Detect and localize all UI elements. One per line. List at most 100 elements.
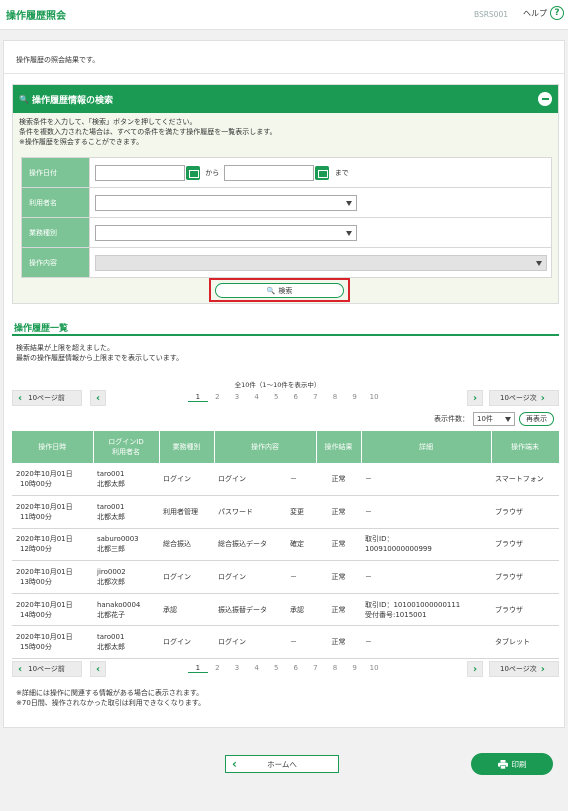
- page-number[interactable]: 10: [364, 393, 384, 402]
- search-button[interactable]: 🔍 検索: [215, 283, 344, 298]
- operation-label: 操作内容: [21, 247, 90, 278]
- total-count: 全10件（1～10件を表示中）: [234, 381, 321, 389]
- home-button-label: ホームへ: [267, 759, 297, 769]
- cell-detail: －: [361, 625, 491, 660]
- page-number[interactable]: 8: [325, 393, 345, 402]
- display-count-control: 表示件数： 10件 再表示: [434, 412, 554, 426]
- redisplay-button[interactable]: 再表示: [519, 412, 554, 426]
- next-10-pages-button[interactable]: 10ページ次 ›: [489, 390, 559, 406]
- page-number[interactable]: 4: [247, 664, 267, 673]
- cell-operation-sub: －: [286, 463, 316, 497]
- page-number[interactable]: 5: [266, 393, 286, 402]
- cell-datetime: 2020年10月01日 12時00分: [12, 528, 93, 562]
- search-button-label: 検索: [278, 286, 293, 295]
- page-number[interactable]: 10: [364, 664, 384, 673]
- cell-operation-sub: －: [286, 625, 316, 660]
- user-select[interactable]: [95, 194, 357, 211]
- notice-line: 最新の操作履歴情報から上限までを表示しています。: [16, 354, 184, 362]
- instruction-line: 条件を複数入力された場合は、すべての条件を満たす操作履歴を一覧表示します。: [19, 128, 277, 136]
- cell-detail: 取引ID： 100910000000999: [361, 528, 491, 562]
- page-number[interactable]: 2: [208, 393, 228, 402]
- date-from-input[interactable]: [95, 164, 185, 181]
- divider: [4, 73, 564, 74]
- chevron-down-icon: [536, 260, 542, 266]
- cell-operation: 総合振込データ: [214, 528, 286, 562]
- calendar-icon[interactable]: [315, 165, 330, 180]
- page-number[interactable]: 1: [188, 664, 208, 673]
- cell-operation: ログイン: [214, 625, 286, 660]
- search-icon: 🔍: [266, 286, 276, 295]
- table-row: 2020年10月01日 15時00分 taro001 北都太郎 ログイン ログイン－正常－…: [12, 625, 559, 660]
- prev-10-pages-button[interactable]: ‹ 10ページ前: [12, 661, 82, 677]
- print-button[interactable]: 印刷: [471, 753, 553, 775]
- divider: [12, 334, 559, 336]
- next-page-button[interactable]: ›: [467, 661, 483, 677]
- table-header: 操作日時 ログインID 利用者名 業務種別 操作内容 操作結果 詳細 操作端末: [12, 431, 560, 463]
- cell-operation-sub: 承認: [286, 593, 316, 627]
- next-page-button[interactable]: ›: [467, 390, 483, 406]
- page-number[interactable]: 7: [306, 664, 326, 673]
- chevron-down-icon: [346, 230, 352, 236]
- cell-datetime: 2020年10月01日 15時00分: [12, 625, 93, 660]
- page-number[interactable]: 4: [247, 393, 267, 402]
- page-numbers: 1 2 3 4 5 6 7 8 9 10: [188, 393, 384, 402]
- next-10-pages-button[interactable]: 10ページ次 ›: [489, 661, 559, 677]
- page-number[interactable]: 8: [325, 664, 345, 673]
- printer-icon: [497, 759, 508, 769]
- collapse-icon[interactable]: [538, 92, 552, 106]
- search-panel: 🔍 操作履歴情報の検索 検索条件を入力して、「検索」ボタンを押してください。 条…: [12, 84, 559, 304]
- page-numbers: 1 2 3 4 5 6 7 8 9 10: [188, 664, 384, 673]
- table-row: 2020年10月01日 14時00分 hanako0004 北都花子 承認 振込振替データ…: [12, 593, 559, 627]
- instruction-line: 検索条件を入力して、「検索」ボタンを押してください。: [19, 118, 197, 126]
- column-header: 操作内容: [214, 431, 317, 463]
- chevron-right-icon: ›: [472, 392, 478, 404]
- page-number[interactable]: 9: [345, 393, 365, 402]
- business-select[interactable]: [95, 224, 357, 241]
- cell-user: jiro0002 北都次郎: [93, 560, 159, 594]
- search-icon: 🔍: [19, 94, 29, 104]
- page-number[interactable]: 9: [345, 664, 365, 673]
- page-number[interactable]: 2: [208, 664, 228, 673]
- column-header: 操作端末: [491, 431, 560, 463]
- prev-page-button[interactable]: ‹: [90, 661, 106, 677]
- notice-line: 検索結果が上限を超えました。: [16, 344, 114, 352]
- page-title: 操作履歴照会: [6, 11, 66, 22]
- chevron-left-icon: ‹: [18, 663, 23, 675]
- cell-result: 正常: [316, 495, 361, 529]
- page-number[interactable]: 7: [306, 393, 326, 402]
- page-number[interactable]: 3: [227, 393, 247, 402]
- page-number[interactable]: 6: [286, 393, 306, 402]
- home-button[interactable]: ‹ ホームへ: [225, 755, 339, 773]
- help-link[interactable]: ヘルプ ?: [523, 6, 564, 20]
- date-to-input[interactable]: [224, 164, 315, 181]
- cell-datetime: 2020年10月01日 11時00分: [12, 495, 93, 529]
- cell-detail: 取引ID：101001000000111 受付番号:1015001: [361, 593, 491, 627]
- page-header: 操作履歴照会 BSRS001 ヘルプ ?: [0, 0, 568, 30]
- cell-datetime: 2020年10月01日 13時00分: [12, 560, 93, 594]
- prev-page-button[interactable]: ‹: [90, 390, 106, 406]
- page-number[interactable]: 1: [188, 393, 208, 402]
- page-number[interactable]: 5: [266, 664, 286, 673]
- cell-business: 総合振込: [159, 528, 214, 562]
- display-count-select[interactable]: 10件: [473, 412, 515, 426]
- calendar-icon[interactable]: [186, 165, 200, 180]
- table-row: 2020年10月01日 12時00分 saburo0003 北都三郎 総合振込 総合振込デ…: [12, 528, 559, 562]
- cell-business: 承認: [159, 593, 214, 627]
- cell-user: taro001 北都太郎: [93, 625, 159, 660]
- cell-detail: －: [361, 560, 491, 594]
- page-number[interactable]: 3: [227, 664, 247, 673]
- cell-terminal: スマートフォン: [491, 463, 559, 497]
- chevron-right-icon: ›: [540, 663, 545, 675]
- history-table: 操作日時 ログインID 利用者名 業務種別 操作内容 操作結果 詳細 操作端末 …: [12, 431, 560, 660]
- page-number[interactable]: 6: [286, 664, 306, 673]
- date-label: 操作日付: [21, 157, 90, 188]
- cell-operation-sub: 確定: [286, 528, 316, 562]
- cell-business: ログイン: [159, 463, 214, 497]
- help-icon: ?: [550, 6, 564, 20]
- screen-code: BSRS001: [473, 10, 508, 19]
- cell-user: saburo0003 北都三郎: [93, 528, 159, 562]
- chevron-left-icon: ‹: [95, 663, 101, 675]
- cell-operation: ログイン: [214, 463, 286, 497]
- prev-10-pages-button[interactable]: ‹ 10ページ前: [12, 390, 82, 406]
- operation-select: [95, 254, 547, 271]
